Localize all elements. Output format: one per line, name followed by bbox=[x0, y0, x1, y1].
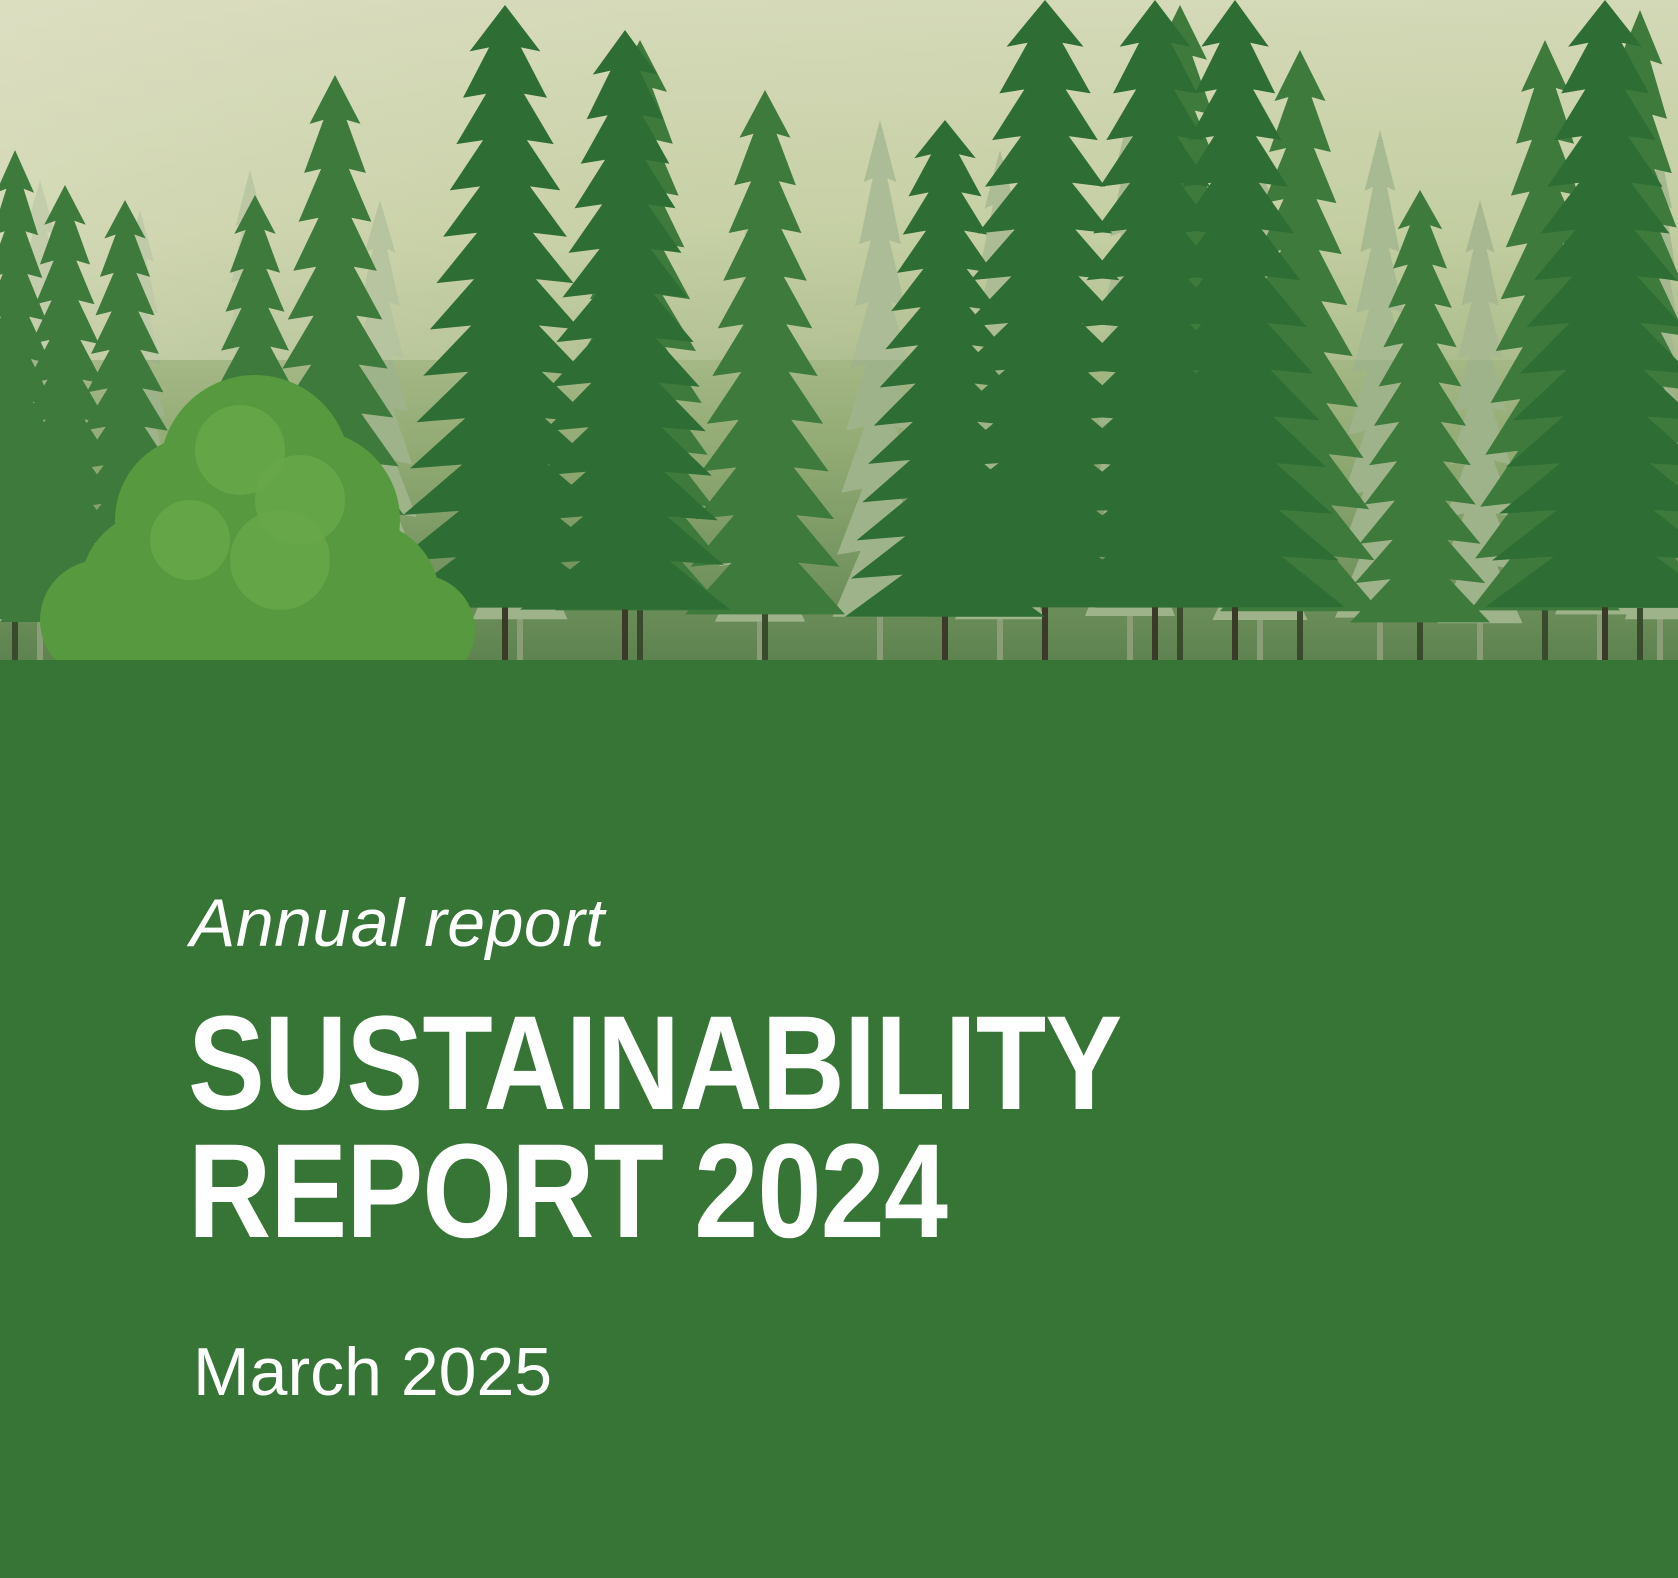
report-subtitle: Annual report bbox=[190, 885, 605, 961]
report-title-line-1: SUSTAINABILITY bbox=[188, 989, 1122, 1138]
report-title: SUSTAINABILITY REPORT 2024 bbox=[188, 989, 1122, 1266]
report-title-line-2: REPORT 2024 bbox=[188, 1117, 948, 1266]
forest-photo bbox=[0, 0, 1678, 660]
report-date: March 2025 bbox=[193, 1334, 553, 1410]
